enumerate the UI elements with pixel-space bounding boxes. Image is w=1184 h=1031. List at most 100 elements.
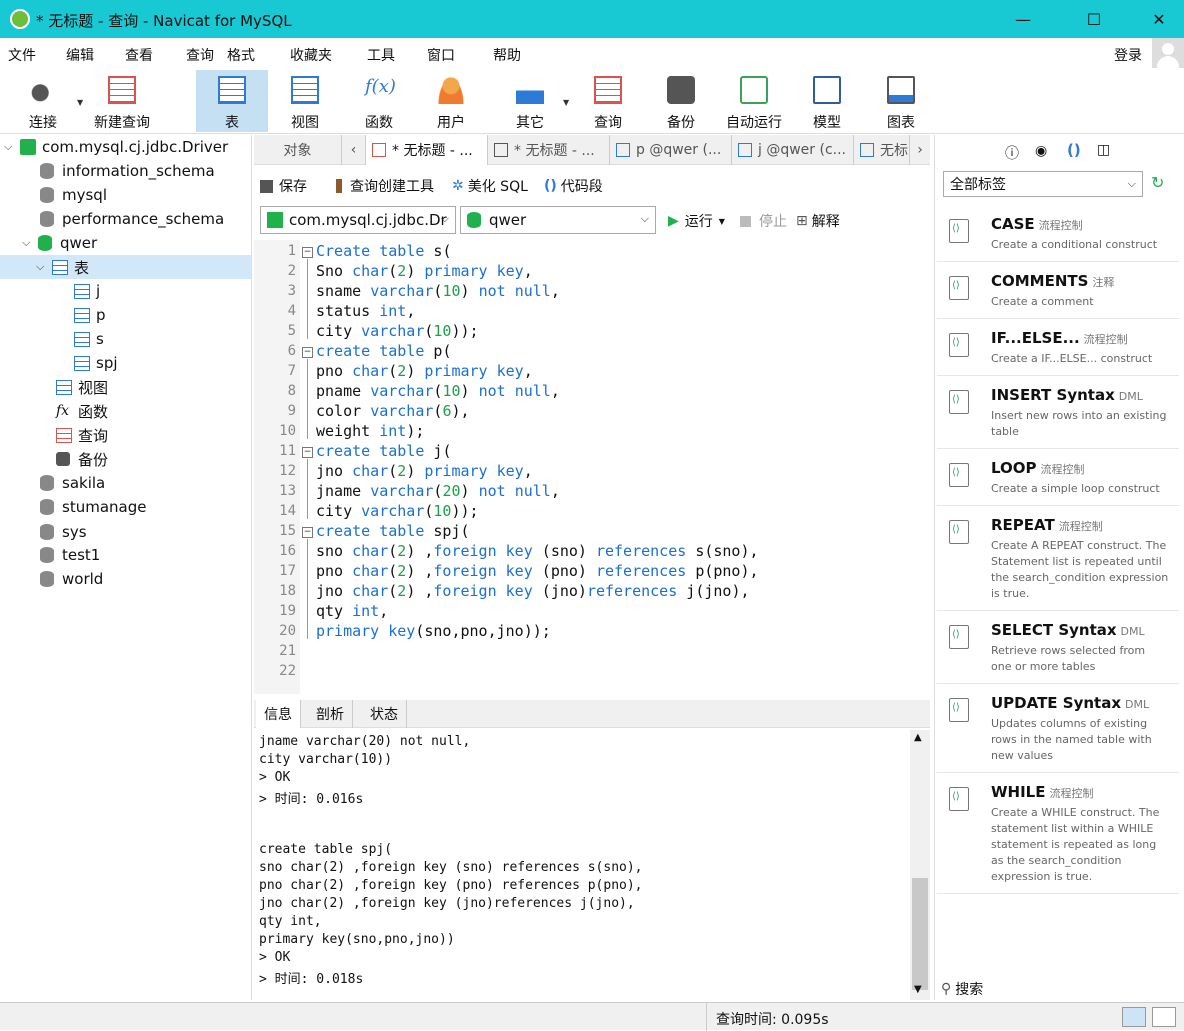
menu-help[interactable]: 帮助 — [493, 45, 521, 65]
menu-window[interactable]: 窗口 — [427, 45, 455, 65]
beautify-sql-button[interactable]: ✲ 美化 SQL — [452, 176, 528, 196]
menu-file[interactable]: 文件 — [8, 45, 36, 65]
tab-untitled-query-2[interactable]: * 无标题 - ... — [488, 135, 610, 165]
tree-connection[interactable]: ⌵ com.mysql.cj.jdbc.Driver — [4, 135, 228, 159]
snippet-search[interactable]: ⚲ 搜索 — [941, 979, 983, 999]
connection-icon — [20, 139, 36, 155]
layout-toggle-2-icon[interactable] — [1152, 1007, 1176, 1027]
tree-views[interactable]: 视图 — [56, 375, 108, 399]
automation-button[interactable]: 自动运行 — [718, 70, 790, 132]
connect-dropdown-icon[interactable]: ▼ — [77, 98, 83, 107]
other-dropdown-icon[interactable]: ▼ — [563, 98, 569, 107]
menu-view[interactable]: 查看 — [125, 45, 153, 65]
tree-db-world[interactable]: world — [40, 567, 103, 591]
fold-toggle-icon[interactable]: − — [302, 347, 313, 358]
fold-toggle-icon[interactable]: − — [302, 447, 313, 458]
refresh-icon[interactable]: ↻ — [1151, 173, 1164, 192]
tree-table-p[interactable]: p — [74, 303, 106, 327]
info-icon[interactable]: ⓘ — [1005, 143, 1019, 163]
snippet-item[interactable]: CASE流程控制 Create a conditional construct — [937, 205, 1179, 262]
tab-scroll-right-icon[interactable]: › — [910, 135, 930, 165]
menu-query[interactable]: 查询 — [186, 45, 214, 65]
database-select[interactable]: qwer ⌵ — [460, 206, 656, 234]
minimize-button[interactable]: — — [1000, 0, 1046, 38]
snippet-item[interactable]: COMMENTS注释 Create a comment — [937, 262, 1179, 319]
tree-tables-node[interactable]: ⌵ 表 — [0, 255, 251, 279]
table-button[interactable]: 表 — [196, 70, 268, 132]
collapse-icon[interactable]: ⌵ — [36, 260, 52, 274]
tab-profile[interactable]: 剖析 — [308, 700, 353, 728]
tree-db-qwer[interactable]: ⌵ qwer — [22, 231, 97, 255]
tab-j-qwer[interactable]: j @qwer (c... — [732, 135, 854, 165]
tab-untitled-3[interactable]: 无标 — [854, 135, 910, 165]
tab-status[interactable]: 状态 — [362, 700, 407, 728]
tab-p-qwer[interactable]: p @qwer (... — [610, 135, 732, 165]
tree-backups[interactable]: 备份 — [56, 447, 108, 471]
snippet-item[interactable]: LOOP流程控制 Create a simple loop construct — [937, 449, 1179, 506]
snippet-item[interactable]: WHILE流程控制 Create a WHILE construct. The s… — [937, 773, 1179, 894]
tree-db-performance-schema[interactable]: performance_schema — [40, 207, 224, 231]
explain-button[interactable]: ⊞ 解释 — [796, 211, 840, 231]
snippet-item[interactable]: INSERT SyntaxDML Insert new rows into an … — [937, 376, 1179, 449]
menu-tools[interactable]: 工具 — [367, 45, 395, 65]
chart-button[interactable]: 图表 — [866, 70, 936, 132]
scroll-down-icon[interactable]: ▼ — [914, 984, 922, 995]
query-button[interactable]: 查询 — [574, 70, 642, 132]
fold-toggle-icon[interactable]: − — [302, 247, 313, 258]
layout-toggle-1-icon[interactable] — [1122, 1007, 1146, 1027]
scrollbar-thumb[interactable] — [912, 878, 928, 990]
tree-table-s[interactable]: s — [74, 327, 104, 351]
user-button[interactable]: 用户 — [416, 70, 486, 132]
backup-button[interactable]: 备份 — [646, 70, 716, 132]
collapse-icon[interactable]: ⌵ — [4, 140, 20, 154]
output-scrollbar[interactable]: ▲ ▼ — [910, 730, 930, 1000]
connection-select[interactable]: com.mysql.cj.jdbc.Dr ⌵ — [260, 206, 456, 234]
snippet-item[interactable]: REPEAT流程控制 Create A REPEAT construct. The… — [937, 506, 1179, 611]
maximize-button[interactable]: ☐ — [1071, 0, 1117, 38]
tree-db-information-schema[interactable]: information_schema — [40, 159, 215, 183]
tag-select[interactable]: 全部标签 ⌵ — [943, 171, 1143, 197]
run-button[interactable]: ▶ 运行 ▼ — [668, 211, 725, 231]
model-button[interactable]: 模型 — [792, 70, 862, 132]
scroll-up-icon[interactable]: ▲ — [914, 732, 922, 743]
collapse-icon[interactable]: ⌵ — [22, 236, 38, 250]
snippet-item[interactable]: IF...ELSE...流程控制 Create a IF...ELSE... co… — [937, 319, 1179, 376]
tree-db-sys[interactable]: sys — [40, 520, 87, 544]
other-button[interactable]: 其它 — [496, 70, 564, 132]
line-number: 4 — [287, 303, 296, 319]
save-button[interactable]: 保存 — [260, 176, 307, 196]
tab-objects[interactable]: 对象 — [254, 135, 342, 165]
close-button[interactable]: ✕ — [1136, 0, 1182, 38]
view-button[interactable]: 视图 — [270, 70, 340, 132]
tree-db-test1[interactable]: test1 — [40, 543, 100, 567]
tree-db-stumanage[interactable]: stumanage — [40, 495, 146, 519]
sql-editor[interactable]: 1 2 3 4 5 6 7 8 9 10 11 12 13 14 15 16 17 18 19 20 21 22 Crea… — [254, 240, 930, 694]
tab-info[interactable]: 信息 — [256, 700, 301, 728]
connect-button[interactable]: 连接 — [10, 70, 76, 132]
run-dropdown-icon[interactable]: ▼ — [719, 217, 725, 226]
stop-button[interactable]: 停止 — [740, 211, 787, 231]
tree-db-sakila[interactable]: sakila — [40, 471, 105, 495]
preview-icon[interactable]: ◉ — [1035, 143, 1047, 159]
new-query-button[interactable]: 新建查询 — [88, 70, 156, 132]
tree-db-mysql[interactable]: mysql — [40, 183, 107, 207]
tab-scroll-left-icon[interactable]: ‹ — [342, 135, 366, 165]
function-button[interactable]: f(x) 函数 — [344, 70, 414, 132]
tree-functions[interactable]: fx 函数 — [56, 399, 108, 423]
login-link[interactable]: 登录 — [1114, 45, 1142, 65]
avatar[interactable] — [1152, 38, 1184, 70]
fold-toggle-icon[interactable]: − — [302, 527, 313, 538]
snippet-tab-icon[interactable]: () — [1067, 141, 1081, 159]
query-builder-button[interactable]: 查询创建工具 — [336, 176, 434, 196]
tab-untitled-query-1[interactable]: * 无标题 - ... — [366, 135, 488, 165]
tree-table-spj[interactable]: spj — [74, 351, 118, 375]
tree-queries[interactable]: 查询 — [56, 423, 108, 447]
tree-table-j[interactable]: j — [74, 279, 100, 303]
snippet-item[interactable]: UPDATE SyntaxDML Updates columns of exist… — [937, 684, 1179, 773]
snippet-button[interactable]: () 代码段 — [544, 176, 603, 196]
menu-edit[interactable]: 编辑 — [66, 45, 94, 65]
menu-format[interactable]: 格式 — [227, 45, 255, 65]
layout-icon[interactable]: ◫ — [1097, 142, 1110, 158]
snippet-item[interactable]: SELECT SyntaxDML Retrieve rows selected f… — [937, 611, 1179, 684]
menu-favorites[interactable]: 收藏夹 — [290, 45, 332, 65]
